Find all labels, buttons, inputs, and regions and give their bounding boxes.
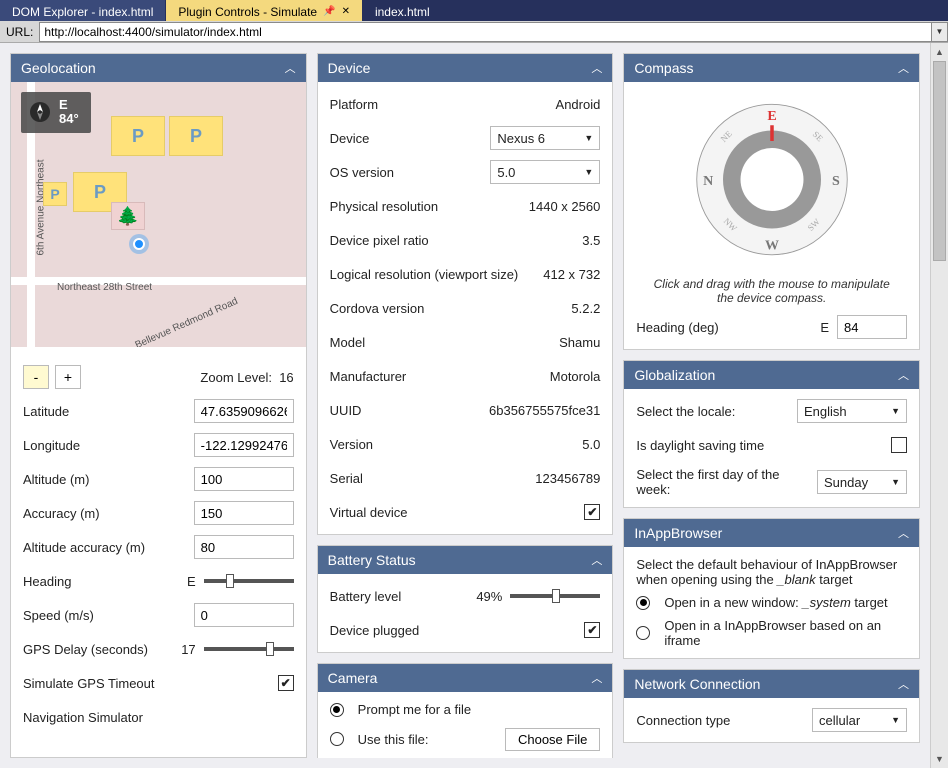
chevron-up-icon: ︿	[591, 670, 602, 686]
tab-plugin-controls[interactable]: Plugin Controls - Simulate 📌 ✕	[166, 0, 363, 21]
vertical-scrollbar[interactable]: ▲ ▼	[930, 43, 948, 768]
gps-delay-slider[interactable]	[204, 647, 294, 651]
chevron-up-icon: ︿	[898, 60, 909, 76]
panel-header-camera[interactable]: Camera︿	[318, 664, 613, 692]
url-input[interactable]	[39, 22, 932, 42]
url-dropdown[interactable]: ▼	[932, 22, 948, 42]
svg-text:N: N	[703, 174, 713, 189]
zoom-in-button[interactable]: +	[55, 365, 81, 389]
longitude-input[interactable]	[194, 433, 294, 457]
close-icon[interactable]: ✕	[342, 6, 350, 17]
workspace: Geolocation︿ Northeast 28th Street Belle…	[0, 43, 948, 768]
iab-opt-iframe[interactable]: Open in a InAppBrowser based on an ifram…	[636, 618, 907, 648]
compass-heading-input[interactable]	[837, 315, 907, 339]
latitude-input[interactable]	[194, 399, 294, 423]
iab-opt-system[interactable]: Open in a new window: _system target	[636, 595, 907, 610]
panel-header-inappbrowser[interactable]: InAppBrowser︿	[624, 519, 919, 547]
compass-hint: Click and drag with the mouse to manipul…	[636, 277, 907, 305]
panel-inappbrowser: InAppBrowser︿ Select the default behavio…	[623, 518, 920, 659]
zoom-out-button[interactable]: -	[23, 365, 49, 389]
heading-slider[interactable]	[204, 579, 294, 583]
map-view[interactable]: Northeast 28th Street Bellevue Redmond R…	[11, 82, 306, 347]
device-select[interactable]: Nexus 6▼	[490, 126, 600, 150]
panel-globalization: Globalization︿ Select the locale:English…	[623, 360, 920, 508]
scroll-up-icon[interactable]: ▲	[935, 47, 944, 61]
virtual-device-checkbox[interactable]: ✔	[584, 504, 600, 520]
tab-bar: DOM Explorer - index.html Plugin Control…	[0, 0, 948, 21]
compass-icon	[29, 101, 51, 123]
panel-camera: Camera︿ Prompt me for a file Use this fi…	[317, 663, 614, 758]
url-bar: URL: ▼	[0, 21, 948, 43]
locale-select[interactable]: English▼	[797, 399, 907, 423]
os-select[interactable]: 5.0▼	[490, 160, 600, 184]
choose-file-button[interactable]: Choose File	[505, 728, 600, 751]
panel-network: Network Connection︿ Connection typecellu…	[623, 669, 920, 743]
svg-text:E: E	[767, 109, 776, 124]
chevron-up-icon: ︿	[898, 676, 909, 692]
tab-index[interactable]: index.html	[363, 0, 442, 21]
panel-header-globalization[interactable]: Globalization︿	[624, 361, 919, 389]
plugged-checkbox[interactable]: ✔	[584, 622, 600, 638]
compass-widget[interactable]: E S W N SE SW NW NE	[677, 92, 867, 267]
battery-slider[interactable]	[510, 594, 600, 598]
chevron-up-icon: ︿	[285, 60, 296, 76]
altitude-input[interactable]	[194, 467, 294, 491]
gps-timeout-checkbox[interactable]: ✔	[278, 675, 294, 691]
panel-header-device[interactable]: Device︿	[318, 54, 613, 82]
connection-select[interactable]: cellular▼	[812, 708, 907, 732]
panel-compass: Compass︿ E S W N SE SW NW NE	[623, 53, 920, 350]
accuracy-input[interactable]	[194, 501, 294, 525]
pin-icon[interactable]: 📌	[323, 6, 335, 17]
chevron-up-icon: ︿	[898, 525, 909, 541]
chevron-up-icon: ︿	[591, 552, 602, 568]
camera-opt-file[interactable]: Use this file:	[330, 732, 429, 747]
svg-text:S: S	[832, 174, 840, 189]
panel-header-network[interactable]: Network Connection︿	[624, 670, 919, 698]
dst-checkbox[interactable]	[891, 437, 907, 453]
panel-header-geolocation[interactable]: Geolocation︿	[11, 54, 306, 82]
dow-select[interactable]: Sunday▼	[817, 470, 907, 494]
panel-header-battery[interactable]: Battery Status︿	[318, 546, 613, 574]
scroll-down-icon[interactable]: ▼	[935, 754, 944, 768]
tab-dom-explorer[interactable]: DOM Explorer - index.html	[0, 0, 166, 21]
panel-device: Device︿ PlatformAndroid DeviceNexus 6▼ O…	[317, 53, 614, 535]
chevron-up-icon: ︿	[898, 367, 909, 383]
altitude-accuracy-input[interactable]	[194, 535, 294, 559]
speed-input[interactable]	[194, 603, 294, 627]
chevron-up-icon: ︿	[591, 60, 602, 76]
iab-description: Select the default behaviour of InAppBro…	[636, 557, 907, 587]
svg-text:W: W	[765, 239, 779, 254]
map-heading-badge: E84°	[21, 92, 91, 133]
camera-opt-prompt[interactable]: Prompt me for a file	[330, 702, 601, 717]
panel-header-compass[interactable]: Compass︿	[624, 54, 919, 82]
panel-geolocation: Geolocation︿ Northeast 28th Street Belle…	[10, 53, 307, 758]
panel-battery: Battery Status︿ Battery level 49% Device…	[317, 545, 614, 653]
url-label: URL:	[0, 25, 39, 39]
